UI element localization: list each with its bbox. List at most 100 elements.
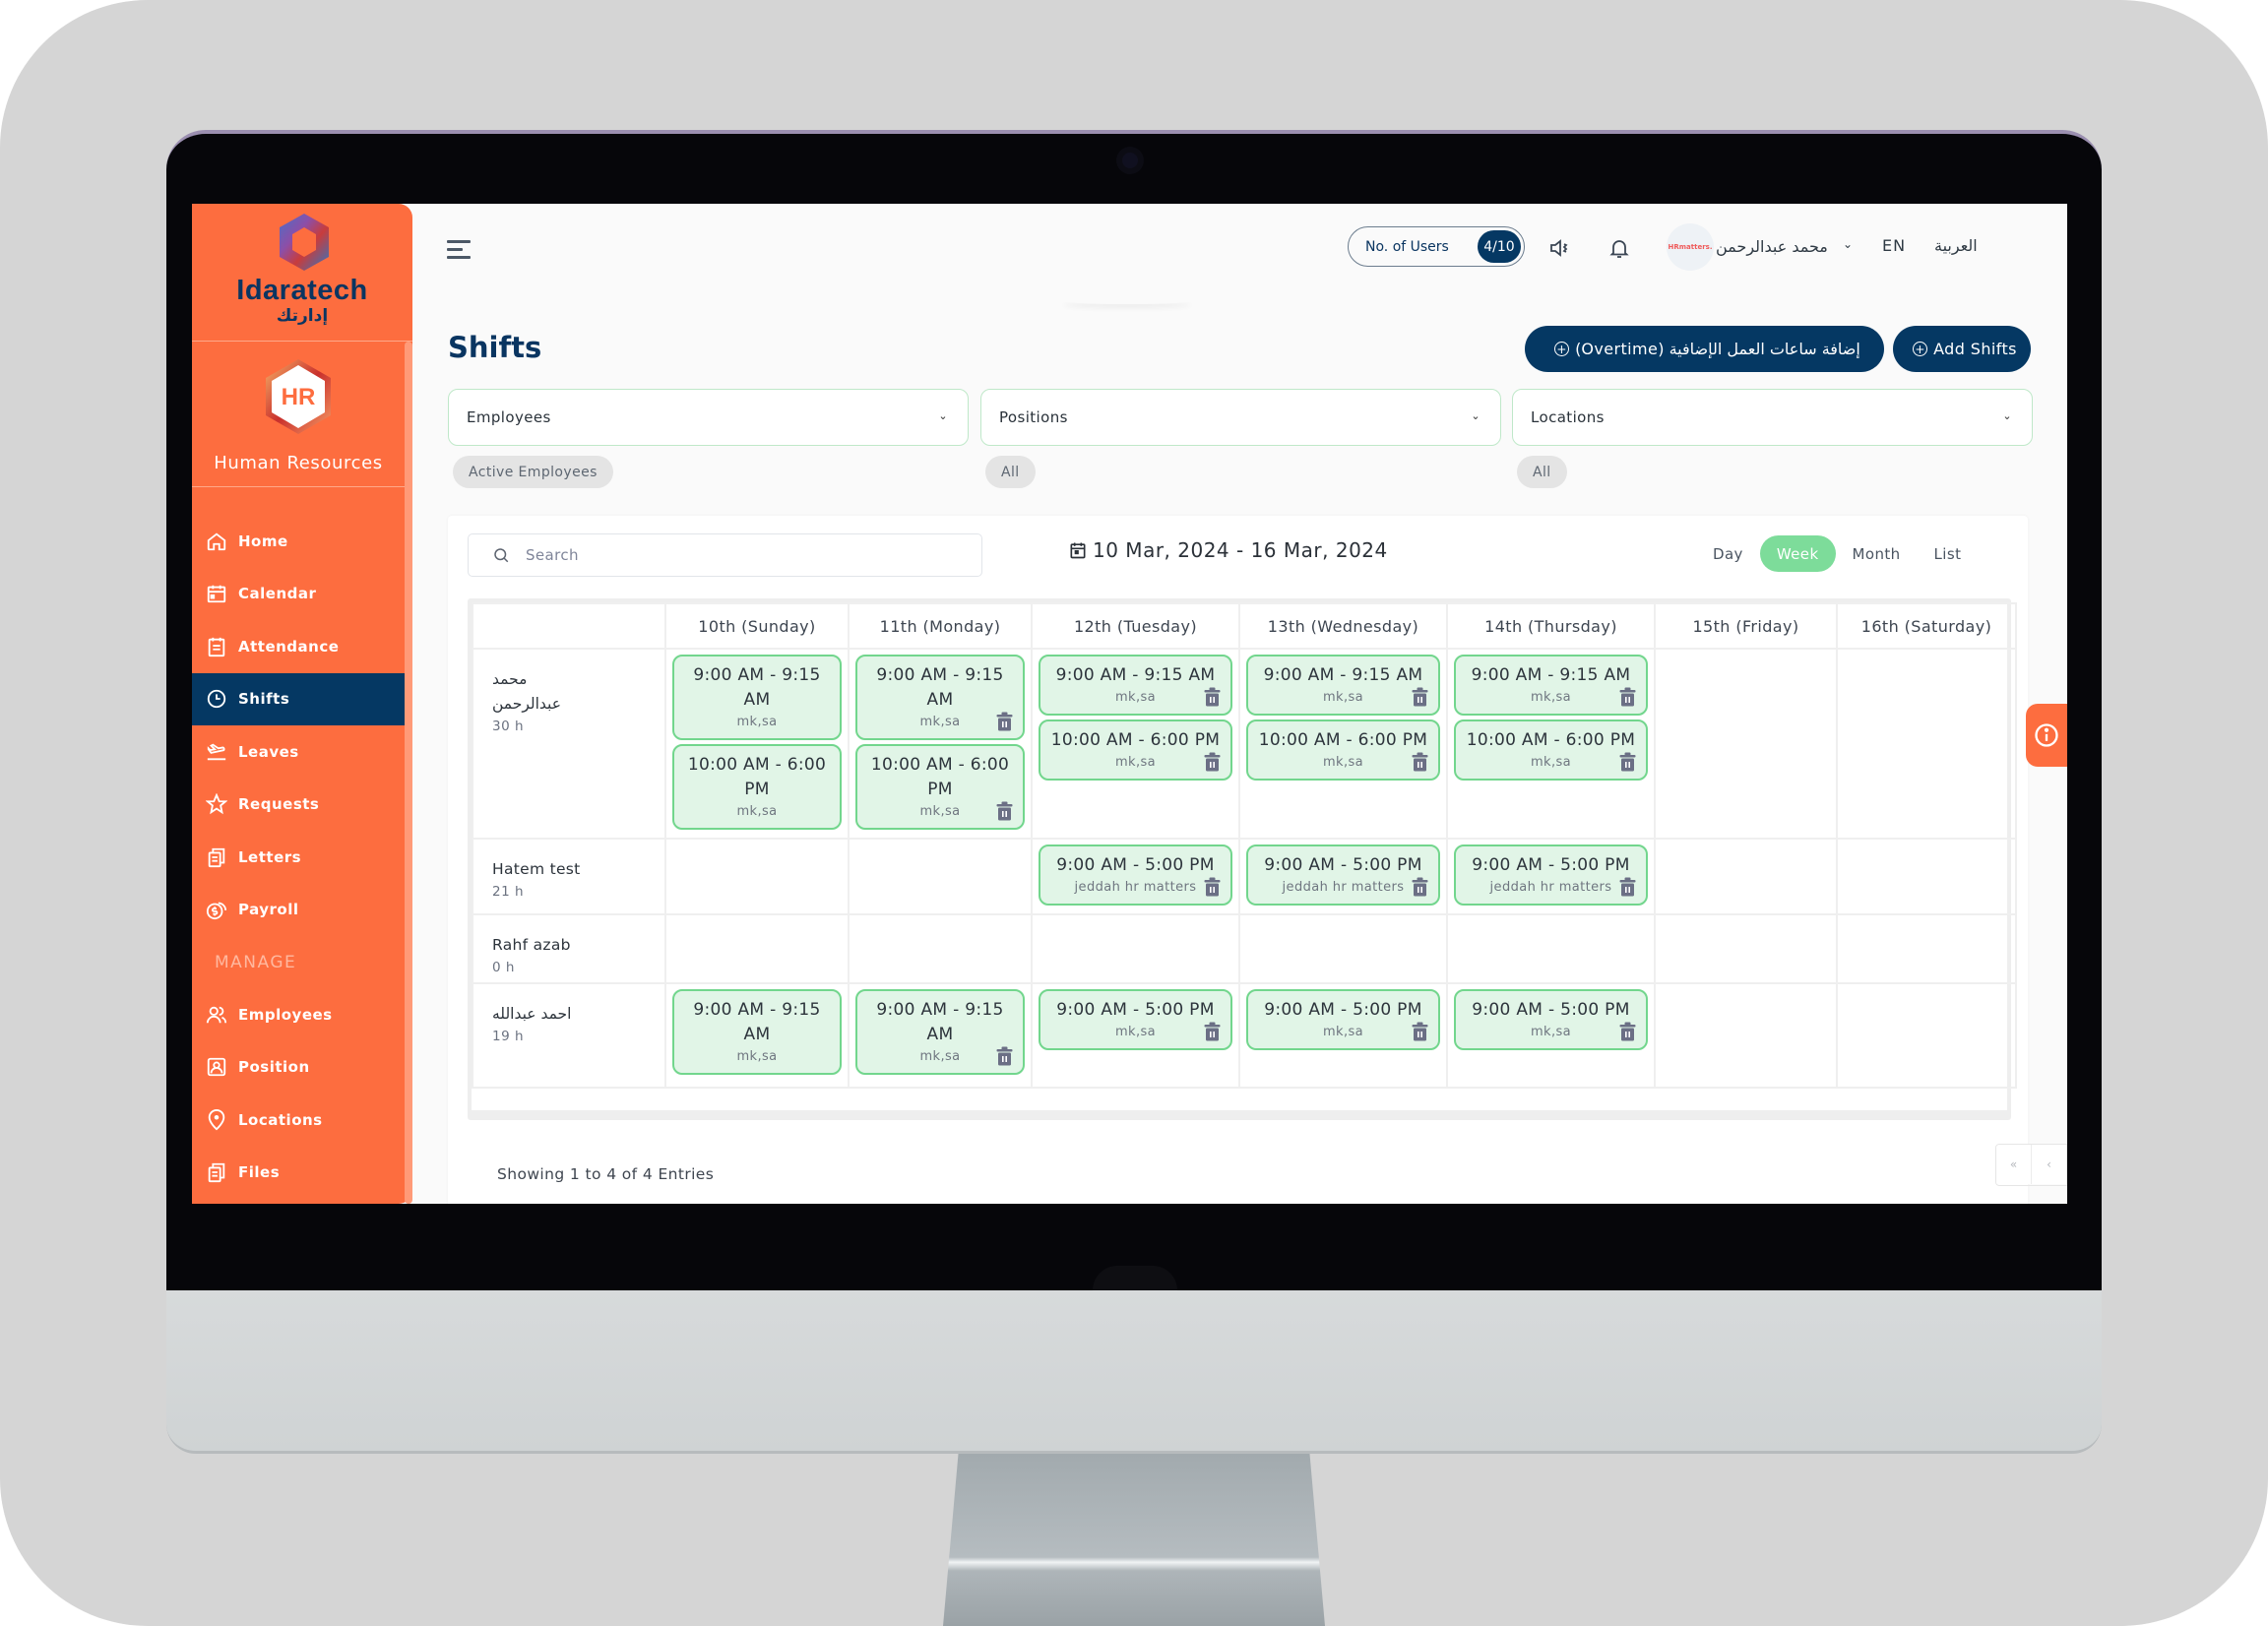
trash-icon[interactable]: [1619, 1022, 1636, 1041]
speaker-icon[interactable]: [1548, 236, 1572, 260]
day-cell[interactable]: 9:00 AM - 9:15 AM mk,sa 10:00 AM - 6:00 PM…: [1031, 648, 1240, 840]
brand-logo[interactable]: Idaratech إدارتك: [192, 204, 412, 342]
locations-filter-chip[interactable]: All: [1517, 456, 1567, 488]
menu-toggle-button[interactable]: [447, 240, 471, 262]
sidebar-scrollbar[interactable]: [405, 342, 412, 1204]
day-cell[interactable]: 9:00 AM - 5:00 PM jeddah hr matters: [1238, 838, 1448, 915]
add-shifts-button[interactable]: + Add Shifts: [1893, 326, 2031, 372]
bell-icon[interactable]: [1607, 236, 1631, 260]
users-count-badge[interactable]: No. of Users 4/10: [1348, 226, 1525, 267]
trash-icon[interactable]: [1619, 687, 1636, 707]
info-button[interactable]: [2026, 704, 2067, 767]
sidebar-item-position[interactable]: Position: [192, 1041, 405, 1094]
chevron-down-icon[interactable]: ⌄: [1843, 237, 1853, 251]
shift-card[interactable]: 10:00 AM - 6:00 PM mk,sa: [1039, 719, 1232, 781]
shift-card[interactable]: 10:00 AM - 6:00 PM mk,sa: [672, 744, 842, 830]
employee-name[interactable]: احمد عبدالله: [492, 1002, 581, 1027]
view-month-button[interactable]: Month: [1836, 535, 1918, 572]
day-cell[interactable]: [1836, 648, 2017, 840]
employees-filter-select[interactable]: Employees ⌄: [448, 389, 969, 446]
day-cell[interactable]: 9:00 AM - 9:15 AM mk,sa: [848, 982, 1033, 1089]
day-cell[interactable]: 9:00 AM - 5:00 PM mk,sa: [1031, 982, 1240, 1089]
user-name-dropdown[interactable]: محمد عبدالرحمن: [1716, 237, 1828, 256]
trash-icon[interactable]: [996, 712, 1013, 731]
trash-icon[interactable]: [996, 801, 1013, 821]
shift-card[interactable]: 9:00 AM - 9:15 AM mk,sa: [1454, 655, 1648, 716]
day-cell[interactable]: [1238, 913, 1448, 984]
day-cell[interactable]: 9:00 AM - 5:00 PM jeddah hr matters: [1446, 838, 1656, 915]
day-cell[interactable]: [848, 913, 1033, 984]
sidebar-item-requests[interactable]: Requests: [192, 779, 405, 832]
prev-page-button[interactable]: ‹: [2032, 1145, 2067, 1184]
avatar[interactable]: HRmatters.: [1667, 223, 1714, 271]
day-cell[interactable]: [664, 838, 850, 915]
shifts-grid-scroll[interactable]: 10th (Sunday) 11th (Monday) 12th (Tuesda…: [468, 598, 2017, 1120]
trash-icon[interactable]: [1204, 687, 1221, 707]
day-cell[interactable]: 9:00 AM - 5:00 PM jeddah hr matters: [1031, 838, 1240, 915]
shift-card[interactable]: 9:00 AM - 9:15 AM mk,sa: [672, 655, 842, 740]
employee-name[interactable]: محمد عبدالرحمن: [492, 667, 581, 717]
trash-icon[interactable]: [1204, 877, 1221, 897]
day-cell[interactable]: [1654, 982, 1838, 1089]
trash-icon[interactable]: [1412, 1022, 1428, 1041]
sidebar-item-calendar[interactable]: Calendar: [192, 568, 405, 621]
trash-icon[interactable]: [1204, 1022, 1221, 1041]
shift-card[interactable]: 9:00 AM - 9:15 AM mk,sa: [672, 989, 842, 1075]
shift-card[interactable]: 9:00 AM - 5:00 PM mk,sa: [1454, 989, 1648, 1050]
shift-card[interactable]: 9:00 AM - 5:00 PM jeddah hr matters: [1246, 844, 1440, 906]
day-cell[interactable]: [1836, 982, 2017, 1089]
trash-icon[interactable]: [1204, 752, 1221, 772]
search-input[interactable]: [526, 546, 939, 564]
view-week-button[interactable]: Week: [1759, 535, 1836, 572]
first-page-button[interactable]: «: [1996, 1145, 2032, 1184]
shift-card[interactable]: 10:00 AM - 6:00 PM mk,sa: [1454, 719, 1648, 781]
locations-filter-select[interactable]: Locations ⌄: [1512, 389, 2033, 446]
day-cell[interactable]: [1836, 838, 2017, 915]
sidebar-item-employees[interactable]: Employees: [192, 988, 405, 1041]
day-cell[interactable]: 9:00 AM - 5:00 PM mk,sa: [1446, 982, 1656, 1089]
day-cell[interactable]: [1836, 913, 2017, 984]
sidebar-item-leaves[interactable]: Leaves: [192, 725, 405, 779]
day-cell[interactable]: [1446, 913, 1656, 984]
day-cell[interactable]: 9:00 AM - 9:15 AM mk,sa 10:00 AM - 6:00 PM…: [1238, 648, 1448, 840]
day-cell[interactable]: 9:00 AM - 9:15 AM mk,sa 10:00 AM - 6:00 PM…: [1446, 648, 1656, 840]
positions-filter-chip[interactable]: All: [985, 456, 1036, 488]
day-cell[interactable]: 9:00 AM - 5:00 PM mk,sa: [1238, 982, 1448, 1089]
sidebar-item-payroll[interactable]: Payroll: [192, 884, 405, 937]
day-cell[interactable]: [664, 913, 850, 984]
shift-card[interactable]: 9:00 AM - 9:15 AM mk,sa: [1039, 655, 1232, 716]
trash-icon[interactable]: [1412, 877, 1428, 897]
date-range[interactable]: 10 Mar, 2024 - 16 Mar, 2024: [1068, 538, 1388, 562]
day-cell[interactable]: 9:00 AM - 9:15 AM mk,sa 10:00 AM - 6:00 PM…: [664, 648, 850, 840]
day-cell[interactable]: [848, 838, 1033, 915]
add-overtime-button[interactable]: + إضافة ساعات العمل الإضافية (Overtime): [1525, 326, 1884, 372]
search-field[interactable]: [468, 533, 982, 577]
shift-card[interactable]: 9:00 AM - 9:15 AM mk,sa: [1246, 655, 1440, 716]
shift-card[interactable]: 9:00 AM - 5:00 PM jeddah hr matters: [1454, 844, 1648, 906]
day-cell[interactable]: [1654, 648, 1838, 840]
sidebar-item-attendance[interactable]: Attendance: [192, 620, 405, 673]
day-cell[interactable]: [1654, 913, 1838, 984]
day-cell[interactable]: [1654, 838, 1838, 915]
shift-card[interactable]: 9:00 AM - 5:00 PM jeddah hr matters: [1039, 844, 1232, 906]
sidebar-item-locations[interactable]: Locations: [192, 1094, 405, 1147]
employees-filter-chip[interactable]: Active Employees: [453, 456, 613, 488]
employee-name[interactable]: Rahf azab: [492, 933, 664, 958]
sidebar-item-files[interactable]: Files: [192, 1147, 405, 1200]
sidebar-item-home[interactable]: Home: [192, 515, 405, 568]
view-day-button[interactable]: Day: [1696, 535, 1760, 572]
trash-icon[interactable]: [1619, 877, 1636, 897]
shift-card[interactable]: 9:00 AM - 9:15 AM mk,sa: [855, 655, 1025, 740]
trash-icon[interactable]: [1412, 687, 1428, 707]
trash-icon[interactable]: [996, 1046, 1013, 1066]
sidebar-item-letters[interactable]: Letters: [192, 831, 405, 884]
positions-filter-select[interactable]: Positions ⌄: [980, 389, 1501, 446]
day-cell[interactable]: 9:00 AM - 9:15 AM mk,sa 10:00 AM - 6:00 PM…: [848, 648, 1033, 840]
employee-name[interactable]: Hatem test: [492, 857, 664, 882]
shift-card[interactable]: 10:00 AM - 6:00 PM mk,sa: [1246, 719, 1440, 781]
language-en-button[interactable]: EN: [1882, 236, 1906, 255]
shift-card[interactable]: 9:00 AM - 5:00 PM mk,sa: [1246, 989, 1440, 1050]
day-cell[interactable]: [1031, 913, 1240, 984]
shift-card[interactable]: 9:00 AM - 5:00 PM mk,sa: [1039, 989, 1232, 1050]
sidebar-item-shifts[interactable]: Shifts: [192, 672, 405, 725]
